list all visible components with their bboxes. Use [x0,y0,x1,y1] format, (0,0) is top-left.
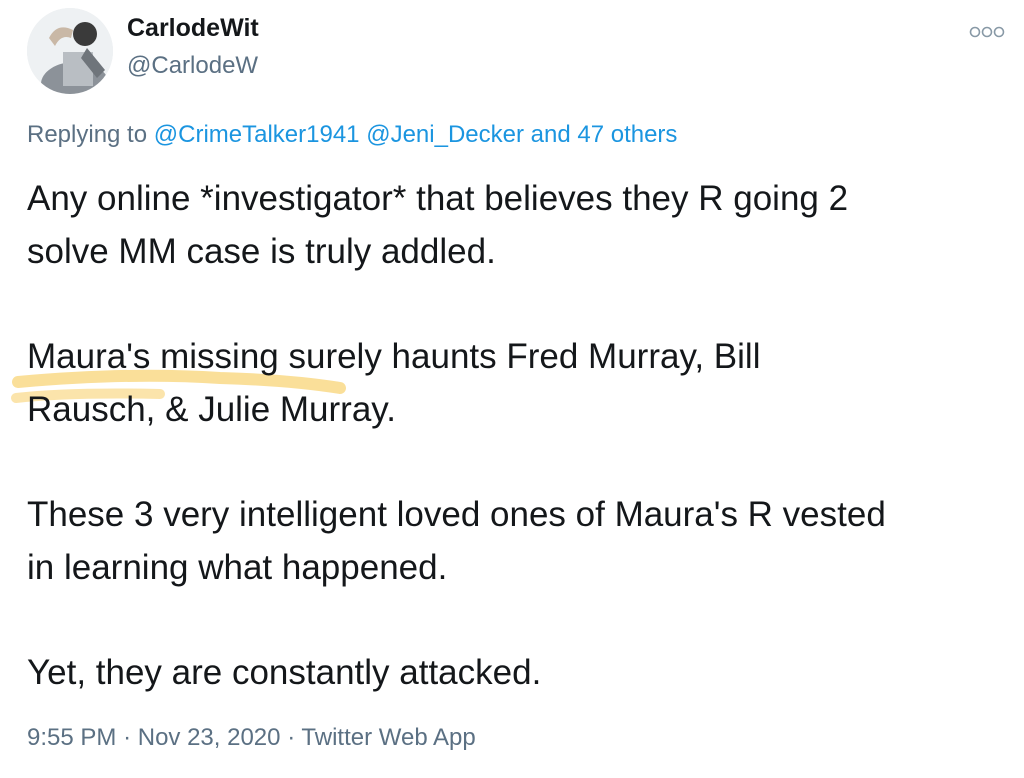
meta-separator: · [123,724,132,751]
meta-separator: · [287,724,296,751]
reply-context: Replying to @CrimeTalker1941 @Jeni_Decke… [27,121,677,149]
user-handle[interactable]: @CarlodeW [127,52,258,80]
mention-crimetalker1941[interactable]: @CrimeTalker1941 [154,121,360,148]
tweet-paragraph-3: These 3 very intelligent loved ones of M… [27,495,886,587]
tweet-time[interactable]: 9:55 PM [27,724,116,751]
tweet-paragraph-4: Yet, they are constantly attacked. [27,653,542,692]
more-options-icon[interactable] [968,22,1006,42]
tweet-paragraph-1: Any online *investigator* that believes … [27,179,849,271]
tweet-card: CarlodeWit @CarlodeW Replying to @CrimeT… [0,0,1024,778]
display-name[interactable]: CarlodeWit [127,14,259,43]
avatar[interactable] [27,8,113,94]
tweet-source[interactable]: Twitter Web App [301,724,475,751]
mention-others[interactable]: and 47 others [531,121,678,148]
mention-jeni-decker[interactable]: @Jeni_Decker [366,121,524,148]
tweet-date[interactable]: Nov 23, 2020 [138,724,281,751]
tweet-meta: 9:55 PM · Nov 23, 2020 · Twitter Web App [27,724,476,752]
reply-prefix: Replying to [27,121,148,148]
tweet-paragraph-2: Maura's missing surely haunts Fred Murra… [27,337,761,429]
profile-photo-icon [27,8,113,94]
tweet-text: Any online *investigator* that believes … [27,172,1007,699]
